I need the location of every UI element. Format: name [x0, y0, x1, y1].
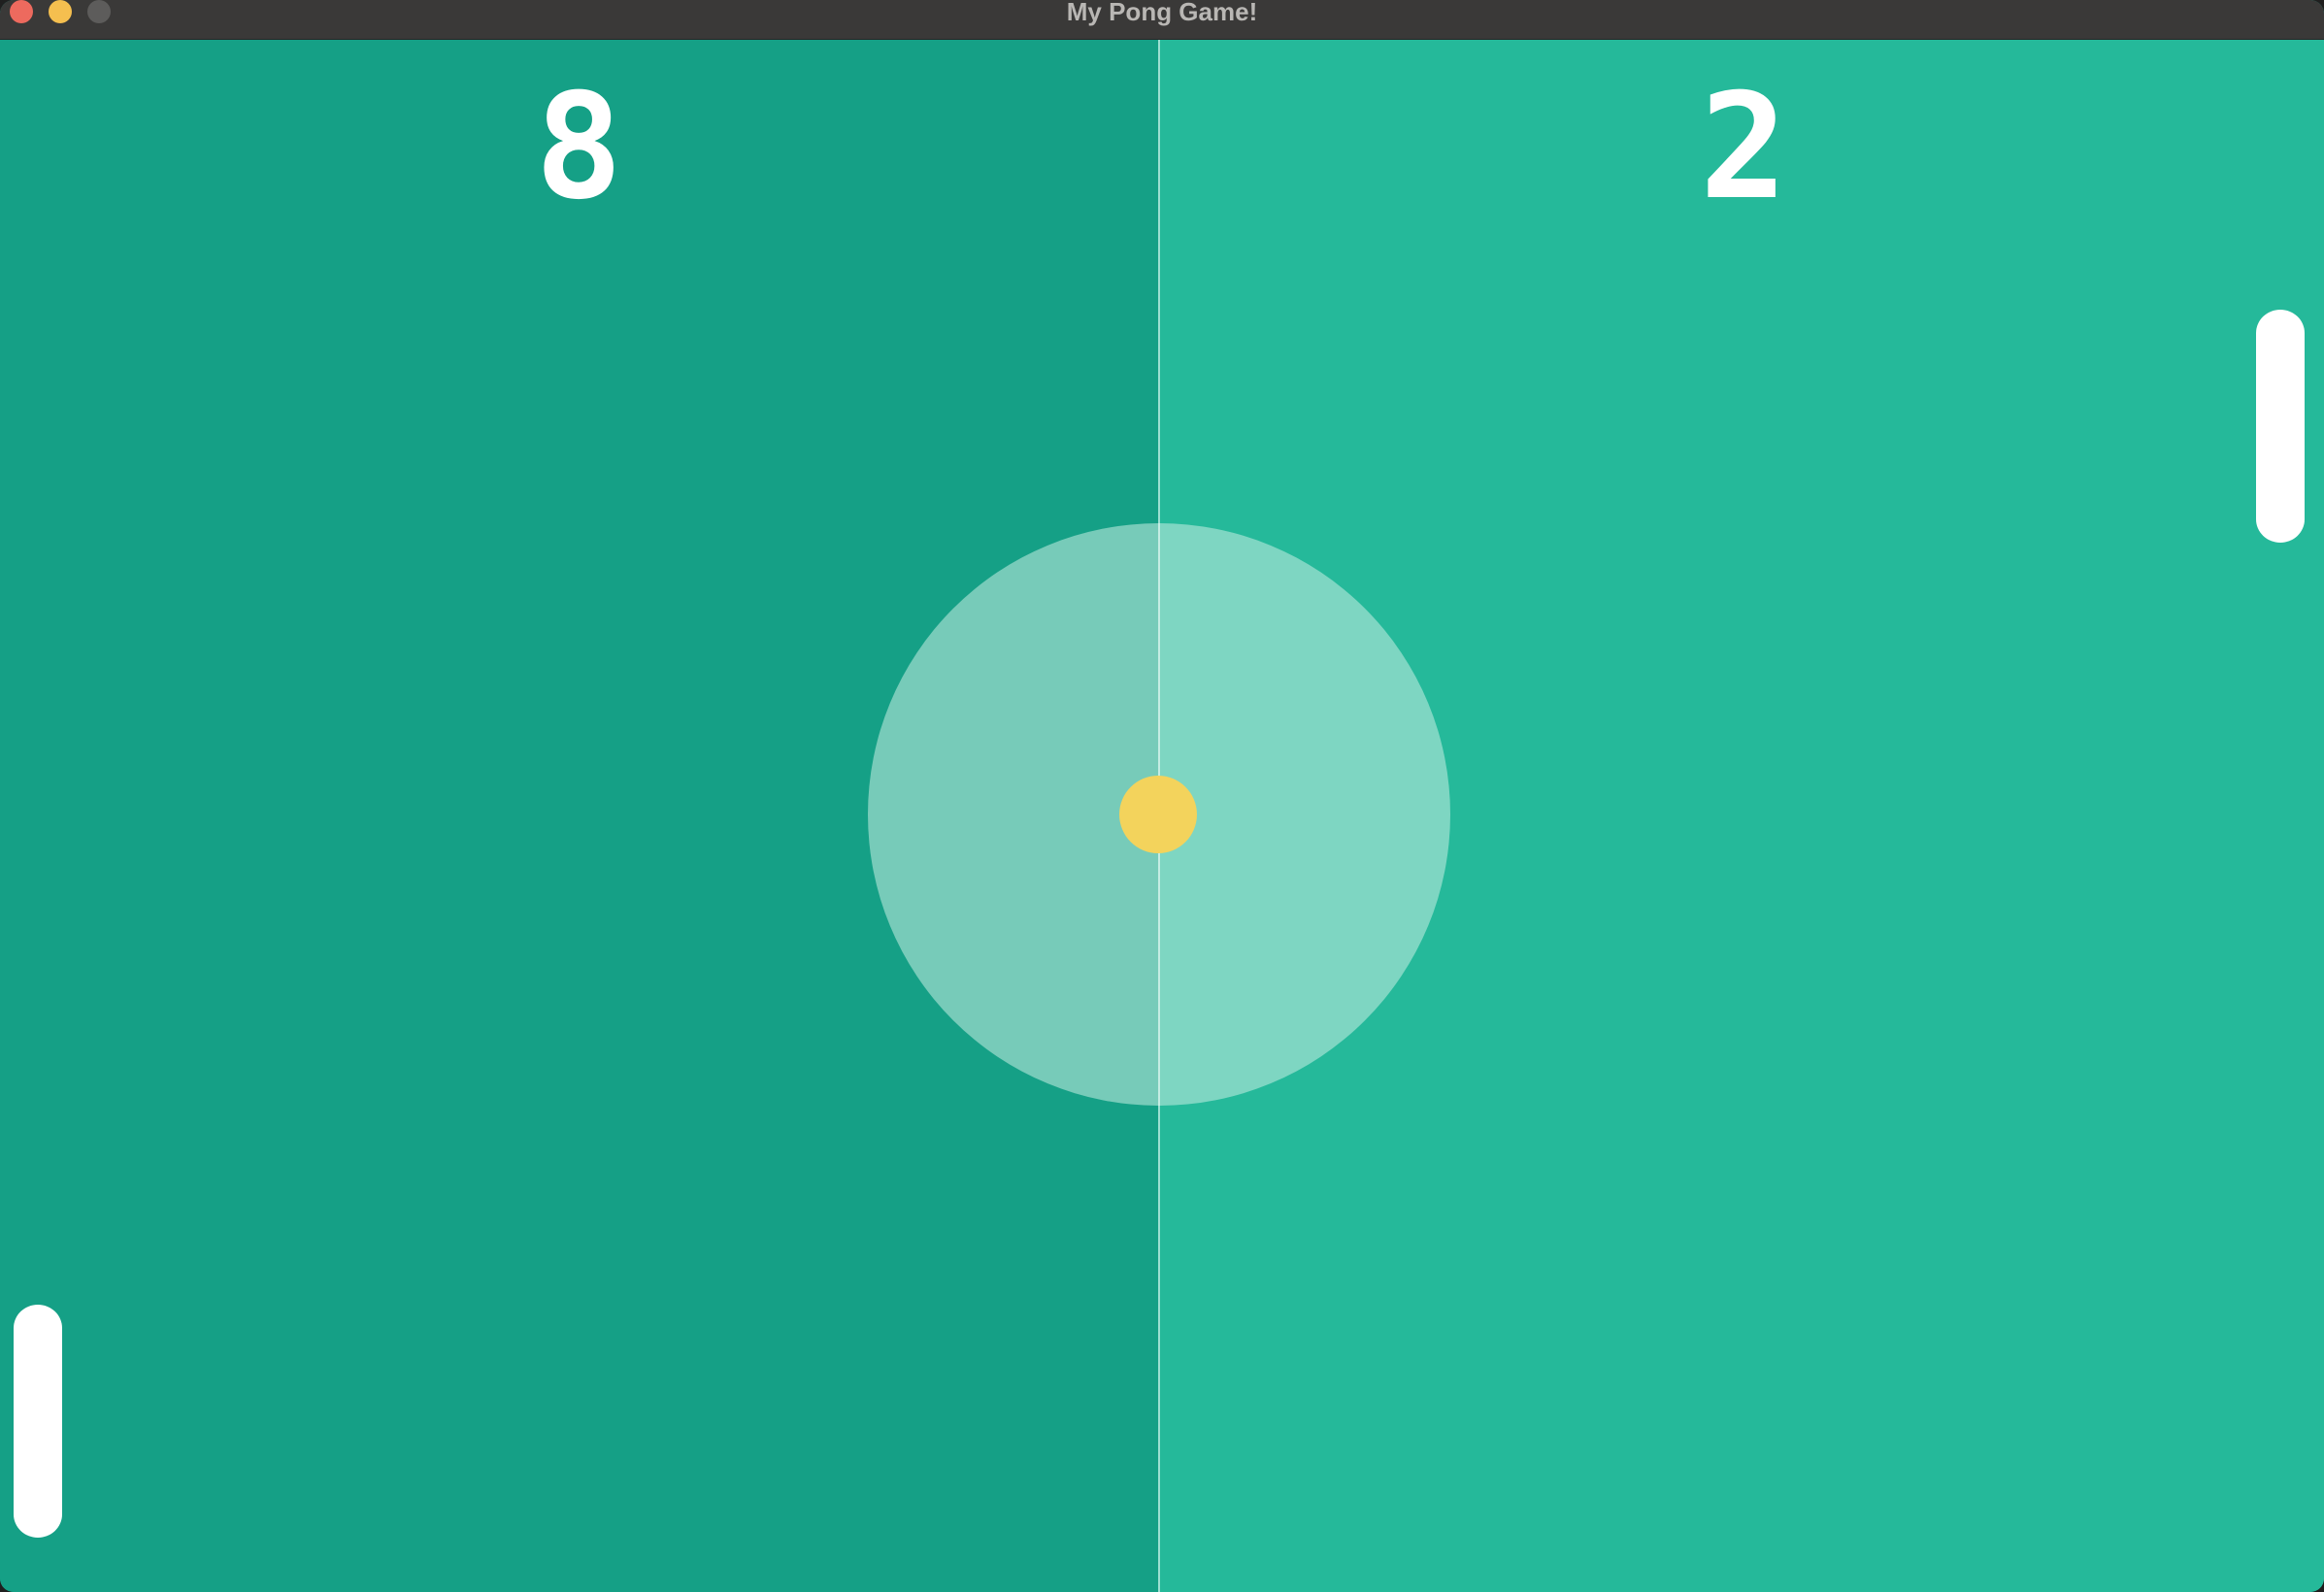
right-player-score: 2: [1700, 63, 1788, 232]
left-player-score: 8: [535, 63, 623, 232]
game-window: My Pong Game! 8 2: [0, 0, 2324, 1592]
right-paddle: [2256, 310, 2305, 543]
left-paddle: [14, 1305, 62, 1538]
ball: [1119, 776, 1197, 853]
title-bar[interactable]: My Pong Game!: [0, 0, 2324, 40]
pong-court: 8 2: [0, 40, 2324, 1592]
window-title: My Pong Game!: [1066, 0, 1258, 26]
